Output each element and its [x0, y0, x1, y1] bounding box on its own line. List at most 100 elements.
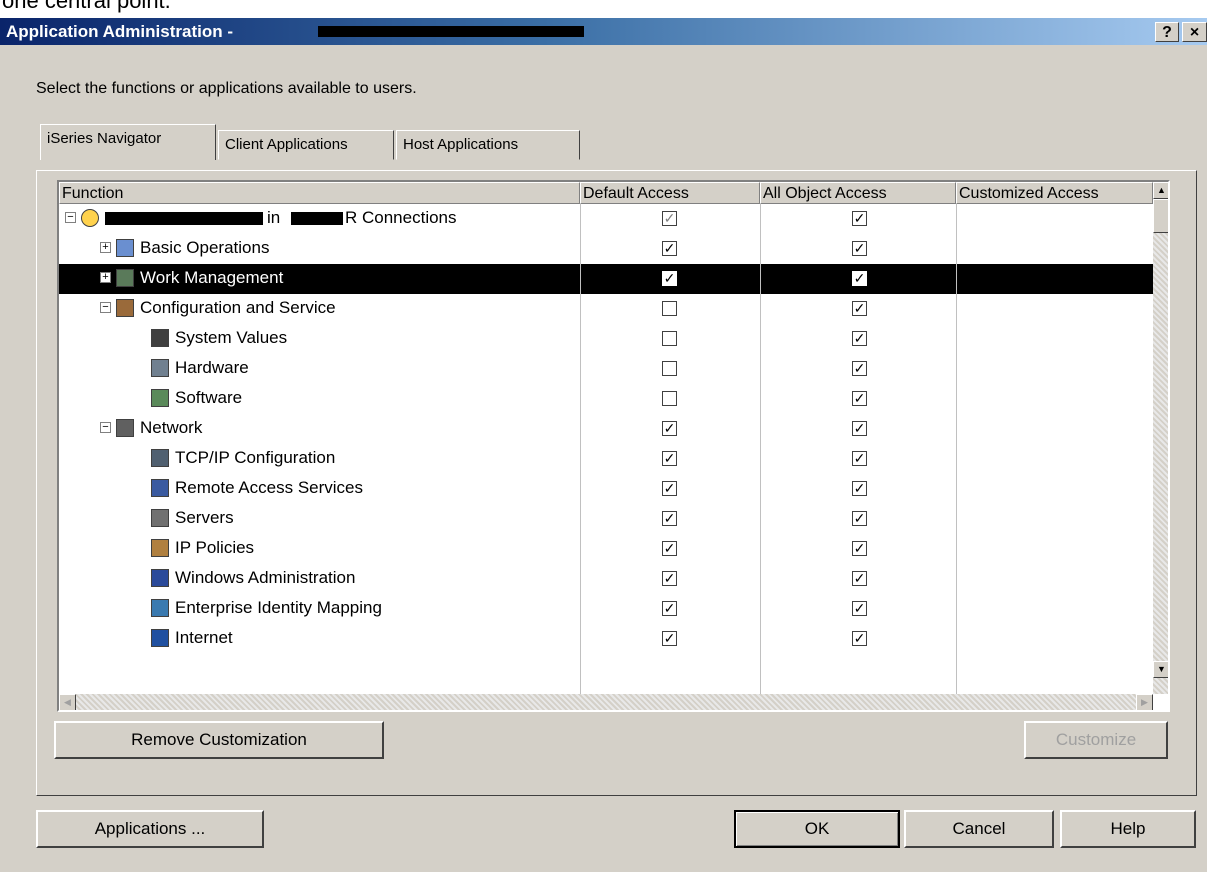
table-row[interactable]: − in R Connections ✓ ✓: [59, 204, 1153, 234]
default-access-checkbox[interactable]: ✓: [662, 631, 677, 646]
vertical-scrollbar[interactable]: ▲ ▼: [1153, 182, 1168, 694]
system-values-icon: [151, 329, 169, 347]
collapse-icon[interactable]: −: [100, 302, 111, 313]
all-object-access-checkbox[interactable]: ✓: [852, 481, 867, 496]
all-object-access-checkbox[interactable]: ✓: [852, 631, 867, 646]
table-row[interactable]: System Values ✓: [59, 324, 1153, 354]
scrollbar-thumb[interactable]: [1153, 199, 1168, 233]
tcpip-icon: [151, 449, 169, 467]
default-access-checkbox[interactable]: ✓: [662, 541, 677, 556]
table-row[interactable]: Enterprise Identity Mapping ✓ ✓: [59, 594, 1153, 624]
default-access-checkbox[interactable]: [662, 301, 677, 316]
function-label-suffix: R Connections: [345, 208, 457, 227]
tab-iseries-navigator[interactable]: iSeries Navigator: [40, 124, 216, 160]
function-label: Software: [175, 388, 243, 407]
function-label: TCP/IP Configuration: [175, 448, 336, 467]
applications-button[interactable]: Applications ...: [36, 810, 264, 848]
scroll-left-arrow-icon[interactable]: ◀: [59, 694, 76, 710]
tab-client-applications[interactable]: Client Applications: [218, 130, 394, 160]
table-row[interactable]: − Network ✓ ✓: [59, 414, 1153, 444]
scroll-up-arrow-icon[interactable]: ▲: [1153, 182, 1168, 199]
windows-admin-icon: [151, 569, 169, 587]
default-access-checkbox[interactable]: ✓: [662, 421, 677, 436]
column-header-function[interactable]: Function: [59, 182, 580, 204]
all-object-access-checkbox[interactable]: ✓: [852, 451, 867, 466]
table-row[interactable]: Remote Access Services ✓ ✓: [59, 474, 1153, 504]
default-access-checkbox[interactable]: ✓: [662, 241, 677, 256]
redacted-text: [291, 212, 343, 225]
table-row[interactable]: − Configuration and Service ✓: [59, 294, 1153, 324]
customize-button[interactable]: Customize: [1024, 721, 1168, 759]
default-access-checkbox[interactable]: ✓: [662, 211, 677, 226]
hardware-icon: [151, 359, 169, 377]
default-access-checkbox[interactable]: ✓: [662, 571, 677, 586]
cancel-button[interactable]: Cancel: [904, 810, 1054, 848]
close-button[interactable]: ×: [1182, 22, 1207, 42]
default-access-checkbox[interactable]: ✓: [662, 481, 677, 496]
tab-host-applications[interactable]: Host Applications: [396, 130, 580, 160]
table-row[interactable]: Internet ✓ ✓: [59, 624, 1153, 654]
all-object-access-checkbox[interactable]: ✓: [852, 271, 867, 286]
remove-customization-button[interactable]: Remove Customization: [54, 721, 384, 759]
ip-policies-icon: [151, 539, 169, 557]
column-divider: [956, 204, 957, 694]
table-row[interactable]: + Basic Operations ✓ ✓: [59, 234, 1153, 264]
column-divider: [760, 204, 761, 694]
default-access-checkbox[interactable]: ✓: [662, 601, 677, 616]
all-object-access-checkbox[interactable]: ✓: [852, 211, 867, 226]
table-row[interactable]: Hardware ✓: [59, 354, 1153, 384]
title-bar[interactable]: Application Administration - ? ×: [0, 18, 1207, 45]
default-access-checkbox[interactable]: [662, 331, 677, 346]
column-header-all-object-access[interactable]: All Object Access: [760, 182, 956, 204]
function-label: Network: [140, 418, 203, 437]
help-button[interactable]: Help: [1060, 810, 1196, 848]
all-object-access-checkbox[interactable]: ✓: [852, 241, 867, 256]
function-label: in: [267, 208, 281, 227]
default-access-checkbox[interactable]: ✓: [662, 511, 677, 526]
function-label: System Values: [175, 328, 288, 347]
all-object-access-checkbox[interactable]: ✓: [852, 601, 867, 616]
all-object-access-checkbox[interactable]: ✓: [852, 571, 867, 586]
scroll-right-arrow-icon[interactable]: ▶: [1136, 694, 1153, 710]
instruction-text: Select the functions or applications ava…: [36, 80, 417, 97]
table-row[interactable]: TCP/IP Configuration ✓ ✓: [59, 444, 1153, 474]
all-object-access-checkbox[interactable]: ✓: [852, 421, 867, 436]
scroll-down-arrow-icon[interactable]: ▼: [1153, 661, 1168, 678]
internet-icon: [151, 629, 169, 647]
all-object-access-checkbox[interactable]: ✓: [852, 391, 867, 406]
configuration-icon: [116, 299, 134, 317]
column-header-customized-access[interactable]: Customized Access: [956, 182, 1153, 204]
default-access-checkbox[interactable]: ✓: [662, 451, 677, 466]
function-access-table: Function Default Access All Object Acces…: [57, 180, 1170, 712]
function-label: Basic Operations: [140, 238, 270, 257]
expand-icon[interactable]: +: [100, 272, 111, 283]
all-object-access-checkbox[interactable]: ✓: [852, 361, 867, 376]
function-label: Hardware: [175, 358, 249, 377]
function-label: Internet: [175, 628, 233, 647]
help-title-button[interactable]: ?: [1155, 22, 1179, 42]
all-object-access-checkbox[interactable]: ✓: [852, 541, 867, 556]
expand-icon[interactable]: +: [100, 242, 111, 253]
column-header-default-access[interactable]: Default Access: [580, 182, 760, 204]
collapse-icon[interactable]: −: [65, 212, 76, 223]
default-access-checkbox[interactable]: ✓: [662, 271, 677, 286]
work-management-icon: [116, 269, 134, 287]
function-label: Remote Access Services: [175, 478, 364, 497]
function-label: Work Management: [140, 268, 284, 287]
all-object-access-checkbox[interactable]: ✓: [852, 331, 867, 346]
all-object-access-checkbox[interactable]: ✓: [852, 511, 867, 526]
table-row[interactable]: IP Policies ✓ ✓: [59, 534, 1153, 564]
table-row[interactable]: + Work Management ✓ ✓: [59, 264, 1153, 294]
eim-icon: [151, 599, 169, 617]
horizontal-scrollbar[interactable]: ◀ ▶: [59, 694, 1153, 710]
column-divider: [580, 204, 581, 694]
ok-button[interactable]: OK: [734, 810, 900, 848]
table-row[interactable]: Servers ✓ ✓: [59, 504, 1153, 534]
table-row[interactable]: Software ✓: [59, 384, 1153, 414]
collapse-icon[interactable]: −: [100, 422, 111, 433]
default-access-checkbox[interactable]: [662, 361, 677, 376]
default-access-checkbox[interactable]: [662, 391, 677, 406]
function-label: Enterprise Identity Mapping: [175, 598, 382, 617]
all-object-access-checkbox[interactable]: ✓: [852, 301, 867, 316]
table-row[interactable]: Windows Administration ✓ ✓: [59, 564, 1153, 594]
